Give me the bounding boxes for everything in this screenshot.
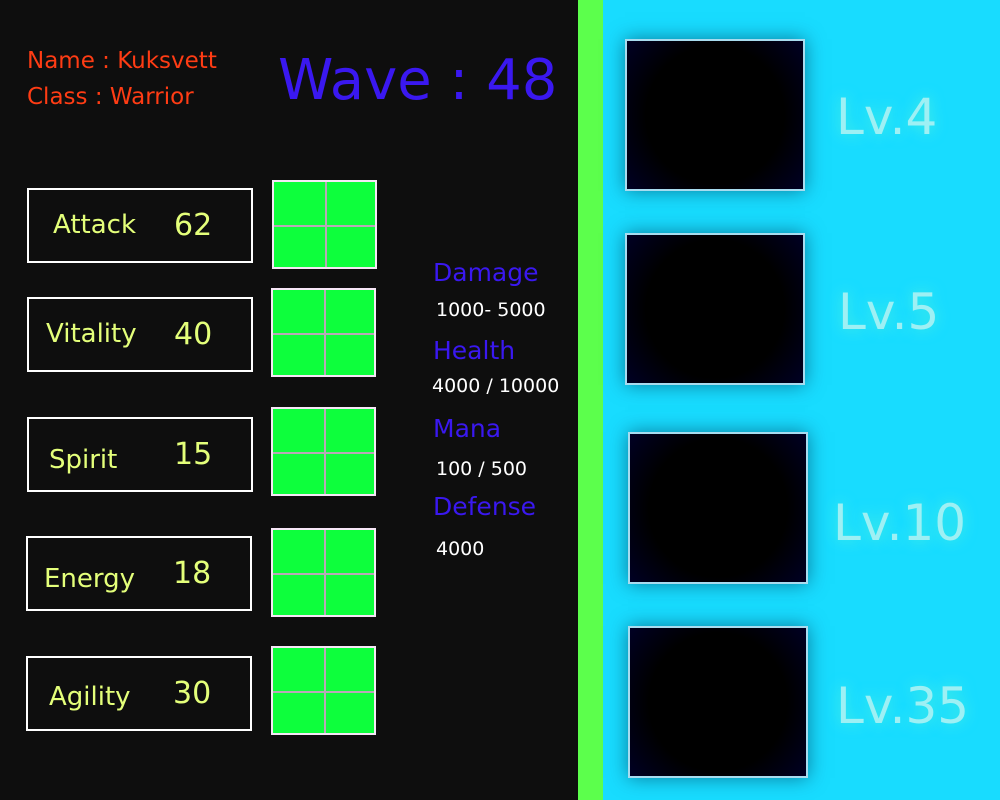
- defense-label: Defense: [433, 492, 537, 521]
- stat-label: Vitality: [46, 319, 137, 349]
- health-value: 4000 / 10000: [432, 375, 560, 397]
- stat-value: 18: [173, 556, 212, 591]
- damage-value: 1000- 5000: [436, 299, 546, 321]
- skill-level: Lv.5: [838, 283, 940, 341]
- damage-label: Damage: [433, 258, 539, 287]
- skill-slot[interactable]: [628, 432, 808, 584]
- skill-slot[interactable]: [625, 233, 805, 385]
- skill-slot[interactable]: [628, 626, 808, 778]
- inventory-slot-grid[interactable]: [272, 180, 377, 269]
- stat-agility: Agility 30: [26, 656, 252, 731]
- skill-level: Lv.4: [836, 88, 938, 146]
- skill-level: Lv.10: [833, 494, 967, 552]
- inventory-slot-grid[interactable]: [271, 646, 376, 735]
- mana-value: 100 / 500: [436, 458, 528, 480]
- divider-bar: [578, 0, 603, 800]
- stat-value: 62: [174, 208, 213, 243]
- stat-vitality: Vitality 40: [27, 297, 253, 372]
- stat-attack: Attack 62: [27, 188, 253, 263]
- stat-spirit: Spirit 15: [27, 417, 253, 492]
- inventory-slot-grid[interactable]: [271, 407, 376, 496]
- player-name: Name : Kuksvett: [27, 48, 217, 74]
- player-class: Class : Warrior: [27, 84, 194, 110]
- stat-label: Energy: [44, 564, 136, 594]
- skill-level: Lv.35: [836, 677, 970, 735]
- stat-label: Attack: [53, 210, 137, 240]
- stat-value: 30: [173, 676, 212, 711]
- inventory-slot-grid[interactable]: [271, 288, 376, 377]
- stat-energy: Energy 18: [26, 536, 252, 611]
- health-label: Health: [433, 336, 516, 365]
- stat-label: Spirit: [49, 445, 118, 475]
- stat-value: 40: [174, 317, 213, 352]
- stat-label: Agility: [49, 682, 131, 712]
- wave-counter: Wave : 48: [278, 48, 558, 113]
- mana-label: Mana: [433, 414, 502, 443]
- defense-value: 4000: [436, 538, 485, 560]
- stat-value: 15: [174, 437, 213, 472]
- inventory-slot-grid[interactable]: [271, 528, 376, 617]
- skill-slot[interactable]: [625, 39, 805, 191]
